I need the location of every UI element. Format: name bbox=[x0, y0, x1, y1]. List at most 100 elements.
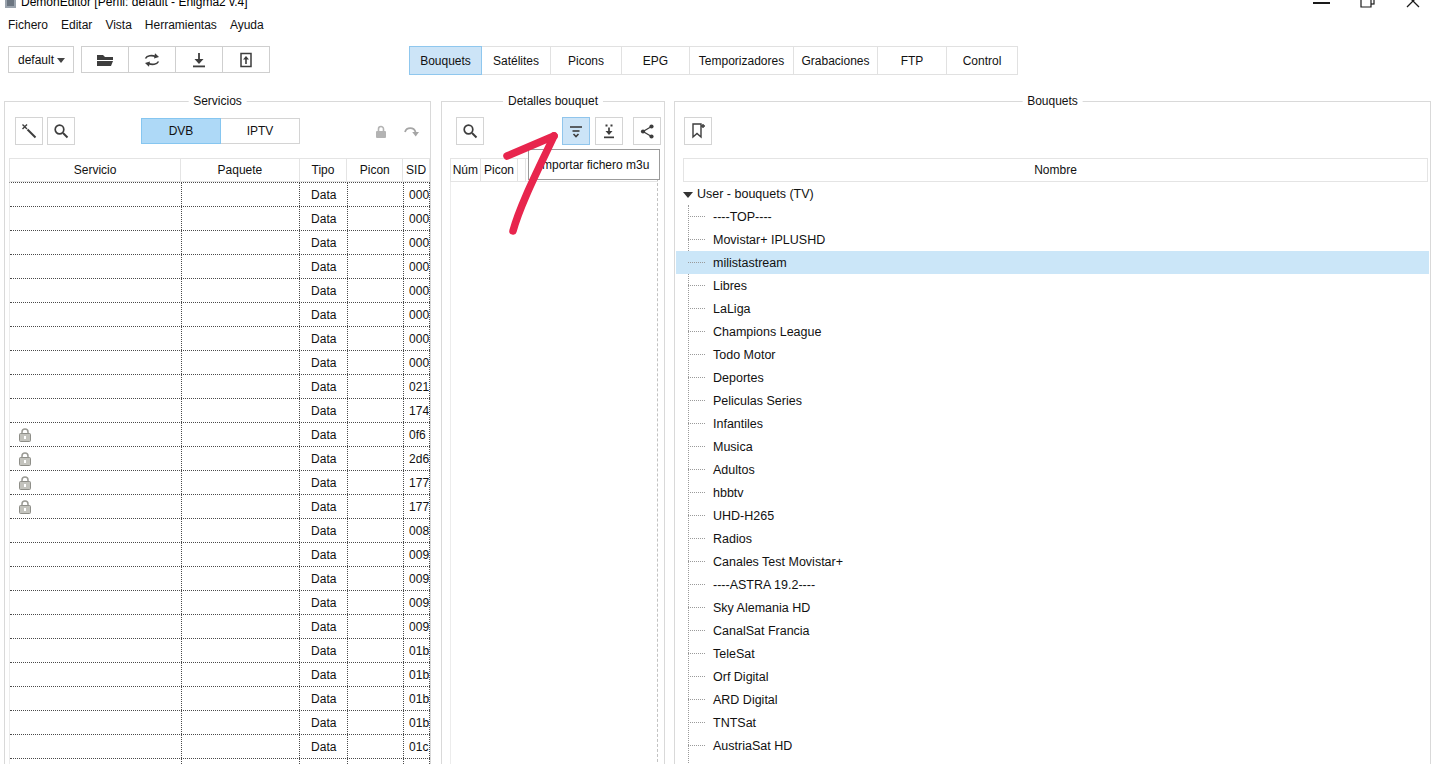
table-row[interactable]: Data 000 bbox=[10, 327, 430, 351]
table-row[interactable]: Data 000 bbox=[10, 255, 430, 279]
bouquet-item[interactable]: Infantiles bbox=[676, 412, 1429, 435]
table-row[interactable]: Data 01c bbox=[10, 735, 430, 759]
cell-sid: 009 bbox=[404, 543, 430, 566]
minimize-button[interactable] bbox=[1313, 2, 1330, 4]
iptv-button[interactable]: IPTV bbox=[220, 118, 300, 144]
import-m3u-button[interactable] bbox=[562, 117, 590, 145]
tab-picons[interactable]: Picons bbox=[550, 46, 622, 75]
col-picon[interactable]: Picon bbox=[347, 159, 403, 181]
table-row[interactable]: Data 177 bbox=[10, 495, 430, 519]
transfer-button[interactable] bbox=[128, 46, 176, 73]
bouquet-item-label: hbbtv bbox=[713, 486, 744, 500]
bouquet-item[interactable]: Canal Digital bbox=[676, 757, 1429, 764]
tree-root-row[interactable]: User - bouquets (TV) bbox=[676, 182, 1429, 205]
col-picon-det[interactable]: Picon bbox=[481, 159, 519, 181]
tab-bouquets[interactable]: Bouquets bbox=[409, 46, 482, 75]
menu-fichero[interactable]: Fichero bbox=[8, 16, 48, 34]
reload-button[interactable] bbox=[397, 118, 425, 146]
tab-temporizadores[interactable]: Temporizadores bbox=[689, 46, 794, 75]
table-row[interactable]: Data 000 bbox=[10, 303, 430, 327]
bouquet-item[interactable]: Radios bbox=[676, 527, 1429, 550]
cell-sid: 01b bbox=[404, 711, 430, 734]
details-search-button[interactable] bbox=[456, 117, 484, 145]
table-row[interactable]: Data 01b bbox=[10, 639, 430, 663]
table-row[interactable]: Data 000 bbox=[10, 279, 430, 303]
menu-editar[interactable]: Editar bbox=[61, 16, 92, 34]
menu-vista[interactable]: Vista bbox=[105, 16, 131, 34]
import-file-button[interactable] bbox=[222, 46, 270, 73]
bouquet-item[interactable]: milistastream bbox=[676, 251, 1429, 274]
table-row[interactable]: Data 01b bbox=[10, 663, 430, 687]
table-row[interactable]: Data 177 bbox=[10, 471, 430, 495]
table-row[interactable]: Data 2d6 bbox=[10, 447, 430, 471]
bouquet-item[interactable]: Adultos bbox=[676, 458, 1429, 481]
table-row[interactable]: Data 000 bbox=[10, 183, 430, 207]
bouquet-item[interactable]: TNTSat bbox=[676, 711, 1429, 734]
services-search-button[interactable] bbox=[47, 117, 75, 145]
table-row[interactable]: Data 000 bbox=[10, 207, 430, 231]
tree-connector bbox=[688, 492, 705, 493]
expander-icon[interactable] bbox=[683, 192, 693, 198]
table-row[interactable]: Data 0f6 bbox=[10, 423, 430, 447]
tab-control[interactable]: Control bbox=[946, 46, 1018, 75]
tab-grabaciones[interactable]: Grabaciones bbox=[793, 46, 878, 75]
col-num[interactable]: Núm bbox=[451, 159, 481, 181]
tab-satelites[interactable]: Satélites bbox=[481, 46, 551, 75]
services-table-body: Data 000 Data 000 Data 000 Data 000 Data… bbox=[9, 182, 430, 764]
bouquet-item[interactable]: Sky Alemania HD bbox=[676, 596, 1429, 619]
edit-marker-button[interactable] bbox=[15, 117, 43, 145]
table-row[interactable]: Data 009 bbox=[10, 567, 430, 591]
table-row[interactable]: Data 174 bbox=[10, 399, 430, 423]
menu-ayuda[interactable]: Ayuda bbox=[230, 16, 264, 34]
bouquet-item[interactable]: AustriaSat HD bbox=[676, 734, 1429, 757]
import-bouquet-button[interactable] bbox=[595, 117, 623, 145]
tab-ftp[interactable]: FTP bbox=[877, 46, 947, 75]
bouquet-item[interactable]: Musica bbox=[676, 435, 1429, 458]
bouquet-item[interactable]: Todo Motor bbox=[676, 343, 1429, 366]
lock-button[interactable] bbox=[367, 118, 395, 146]
col-nombre[interactable]: Nombre bbox=[684, 159, 1427, 181]
bouquet-item[interactable]: CanalSat Francia bbox=[676, 619, 1429, 642]
table-row[interactable]: Data 009 bbox=[10, 615, 430, 639]
col-sid[interactable]: SID bbox=[403, 159, 429, 181]
col-servicio[interactable]: Servicio bbox=[10, 159, 181, 181]
bouquet-item[interactable]: Deportes bbox=[676, 366, 1429, 389]
table-row[interactable]: Data 01c bbox=[10, 759, 430, 764]
table-row[interactable]: Data 01b bbox=[10, 711, 430, 735]
bouquet-item[interactable]: Peliculas Series bbox=[676, 389, 1429, 412]
cell-servicio bbox=[10, 447, 182, 470]
profile-combobox[interactable]: default bbox=[8, 46, 74, 73]
bouquet-item[interactable]: Champions League bbox=[676, 320, 1429, 343]
col-tipo[interactable]: Tipo bbox=[300, 159, 348, 181]
dvb-button[interactable]: DVB bbox=[141, 118, 221, 144]
tab-epg[interactable]: EPG bbox=[621, 46, 690, 75]
bouquet-item[interactable]: Libres bbox=[676, 274, 1429, 297]
bouquet-item[interactable]: Orf Digital bbox=[676, 665, 1429, 688]
restore-button[interactable] bbox=[1360, 0, 1376, 9]
bouquet-item[interactable]: Movistar+ IPLUSHD bbox=[676, 228, 1429, 251]
add-bouquet-button[interactable] bbox=[684, 117, 712, 145]
bouquet-item[interactable]: ----ASTRA 19.2---- bbox=[676, 573, 1429, 596]
bouquet-item[interactable]: Canales Test Movistar+ bbox=[676, 550, 1429, 573]
col-paquete[interactable]: Paquete bbox=[181, 159, 299, 181]
open-folder-button[interactable] bbox=[81, 46, 129, 73]
bouquet-item[interactable]: hbbtv bbox=[676, 481, 1429, 504]
table-row[interactable]: Data 009 bbox=[10, 591, 430, 615]
table-row[interactable]: Data 000 bbox=[10, 351, 430, 375]
share-button[interactable] bbox=[633, 117, 661, 145]
bouquet-item[interactable]: ----TOP---- bbox=[676, 205, 1429, 228]
close-button[interactable] bbox=[1405, 0, 1421, 9]
bouquet-item[interactable]: UHD-H265 bbox=[676, 504, 1429, 527]
open-folder-icon bbox=[96, 52, 114, 68]
download-button[interactable] bbox=[175, 46, 223, 73]
table-row[interactable]: Data 01b bbox=[10, 687, 430, 711]
table-row[interactable]: Data 000 bbox=[10, 231, 430, 255]
bouquet-item[interactable]: ARD Digital bbox=[676, 688, 1429, 711]
bouquet-item[interactable]: TeleSat bbox=[676, 642, 1429, 665]
add-bouquet-icon bbox=[690, 122, 706, 140]
table-row[interactable]: Data 021 bbox=[10, 375, 430, 399]
bouquet-item[interactable]: LaLiga bbox=[676, 297, 1429, 320]
table-row[interactable]: Data 008 bbox=[10, 519, 430, 543]
table-row[interactable]: Data 009 bbox=[10, 543, 430, 567]
menu-herramientas[interactable]: Herramientas bbox=[145, 16, 217, 34]
